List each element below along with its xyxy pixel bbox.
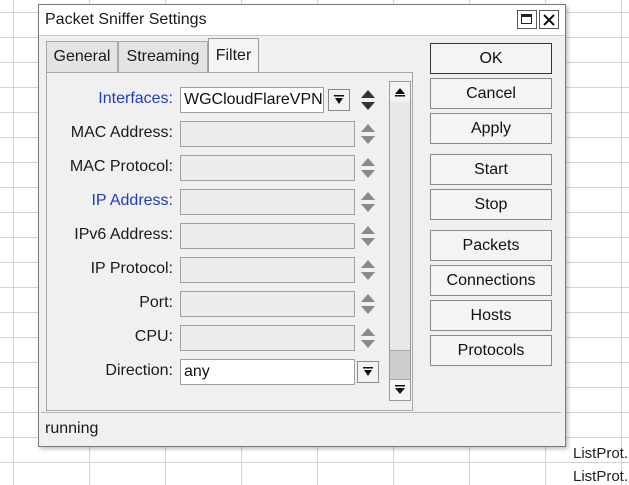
tab-streaming[interactable]: Streaming	[118, 41, 208, 72]
connections-button[interactable]: Connections	[430, 265, 552, 296]
ip-address-field[interactable]	[180, 189, 355, 215]
interfaces-dropdown-button[interactable]	[328, 89, 350, 111]
hosts-button[interactable]: Hosts	[430, 300, 552, 331]
port-field[interactable]	[180, 291, 355, 317]
mac-protocol-field[interactable]	[180, 155, 355, 181]
chevron-down-icon	[363, 367, 373, 376]
packet-sniffer-settings-window: Packet Sniffer Settings General Streamin…	[38, 4, 566, 447]
cpu-field[interactable]	[180, 325, 355, 351]
scroll-down-icon[interactable]	[394, 384, 406, 396]
ip-protocol-label: IP Protocol:	[90, 260, 173, 277]
window-title: Packet Sniffer Settings	[45, 11, 207, 28]
mac-protocol-label: MAC Protocol:	[69, 158, 173, 175]
interfaces-field[interactable]: WGCloudFlareVPN	[180, 87, 324, 113]
maximize-button[interactable]	[517, 10, 537, 29]
status-divider	[41, 412, 561, 413]
packets-button[interactable]: Packets	[430, 230, 552, 261]
chevron-down-icon	[334, 95, 344, 104]
sheet-cell[interactable]: ListProt.	[573, 468, 629, 485]
close-icon	[543, 14, 555, 26]
cpu-updown-icon[interactable]	[359, 326, 377, 350]
tab-general[interactable]: General	[46, 41, 118, 72]
cpu-label: CPU:	[134, 328, 173, 345]
ip-address-label: IP Address:	[91, 192, 173, 209]
cancel-button[interactable]: Cancel	[430, 78, 552, 109]
port-label: Port:	[139, 294, 173, 311]
direction-select[interactable]: any	[180, 359, 355, 385]
apply-button[interactable]: Apply	[430, 113, 552, 144]
ip-protocol-field[interactable]	[180, 257, 355, 283]
ipv6-address-field[interactable]	[180, 223, 355, 249]
ip-address-updown-icon[interactable]	[359, 190, 377, 214]
mac-address-field[interactable]	[180, 121, 355, 147]
ip-protocol-updown-icon[interactable]	[359, 258, 377, 282]
scroll-track[interactable]	[390, 102, 410, 350]
ipv6-address-updown-icon[interactable]	[359, 224, 377, 248]
direction-label: Direction:	[105, 362, 173, 379]
tab-filter[interactable]: Filter	[208, 38, 259, 73]
scroll-thumb[interactable]	[390, 350, 410, 380]
protocols-button[interactable]: Protocols	[430, 335, 552, 366]
title-bar[interactable]: Packet Sniffer Settings	[39, 5, 565, 36]
interfaces-label: Interfaces:	[98, 90, 173, 107]
start-button[interactable]: Start	[430, 154, 552, 185]
interfaces-updown-icon[interactable]	[359, 88, 377, 112]
mac-address-label: MAC Address:	[70, 124, 173, 141]
stop-button[interactable]: Stop	[430, 189, 552, 220]
ipv6-address-label: IPv6 Address:	[74, 226, 173, 243]
sheet-cell[interactable]: ListProt.	[573, 445, 629, 462]
mac-protocol-updown-icon[interactable]	[359, 156, 377, 180]
scroll-up-icon[interactable]	[394, 86, 406, 98]
filter-panel: Interfaces: WGCloudFlareVPN MAC Address:…	[46, 72, 413, 411]
filter-scrollbar[interactable]	[389, 81, 411, 401]
mac-address-updown-icon[interactable]	[359, 122, 377, 146]
close-button[interactable]	[539, 10, 559, 29]
port-updown-icon[interactable]	[359, 292, 377, 316]
ok-button[interactable]: OK	[430, 43, 552, 74]
status-text: running	[45, 420, 99, 437]
direction-dropdown-button[interactable]	[357, 361, 379, 383]
